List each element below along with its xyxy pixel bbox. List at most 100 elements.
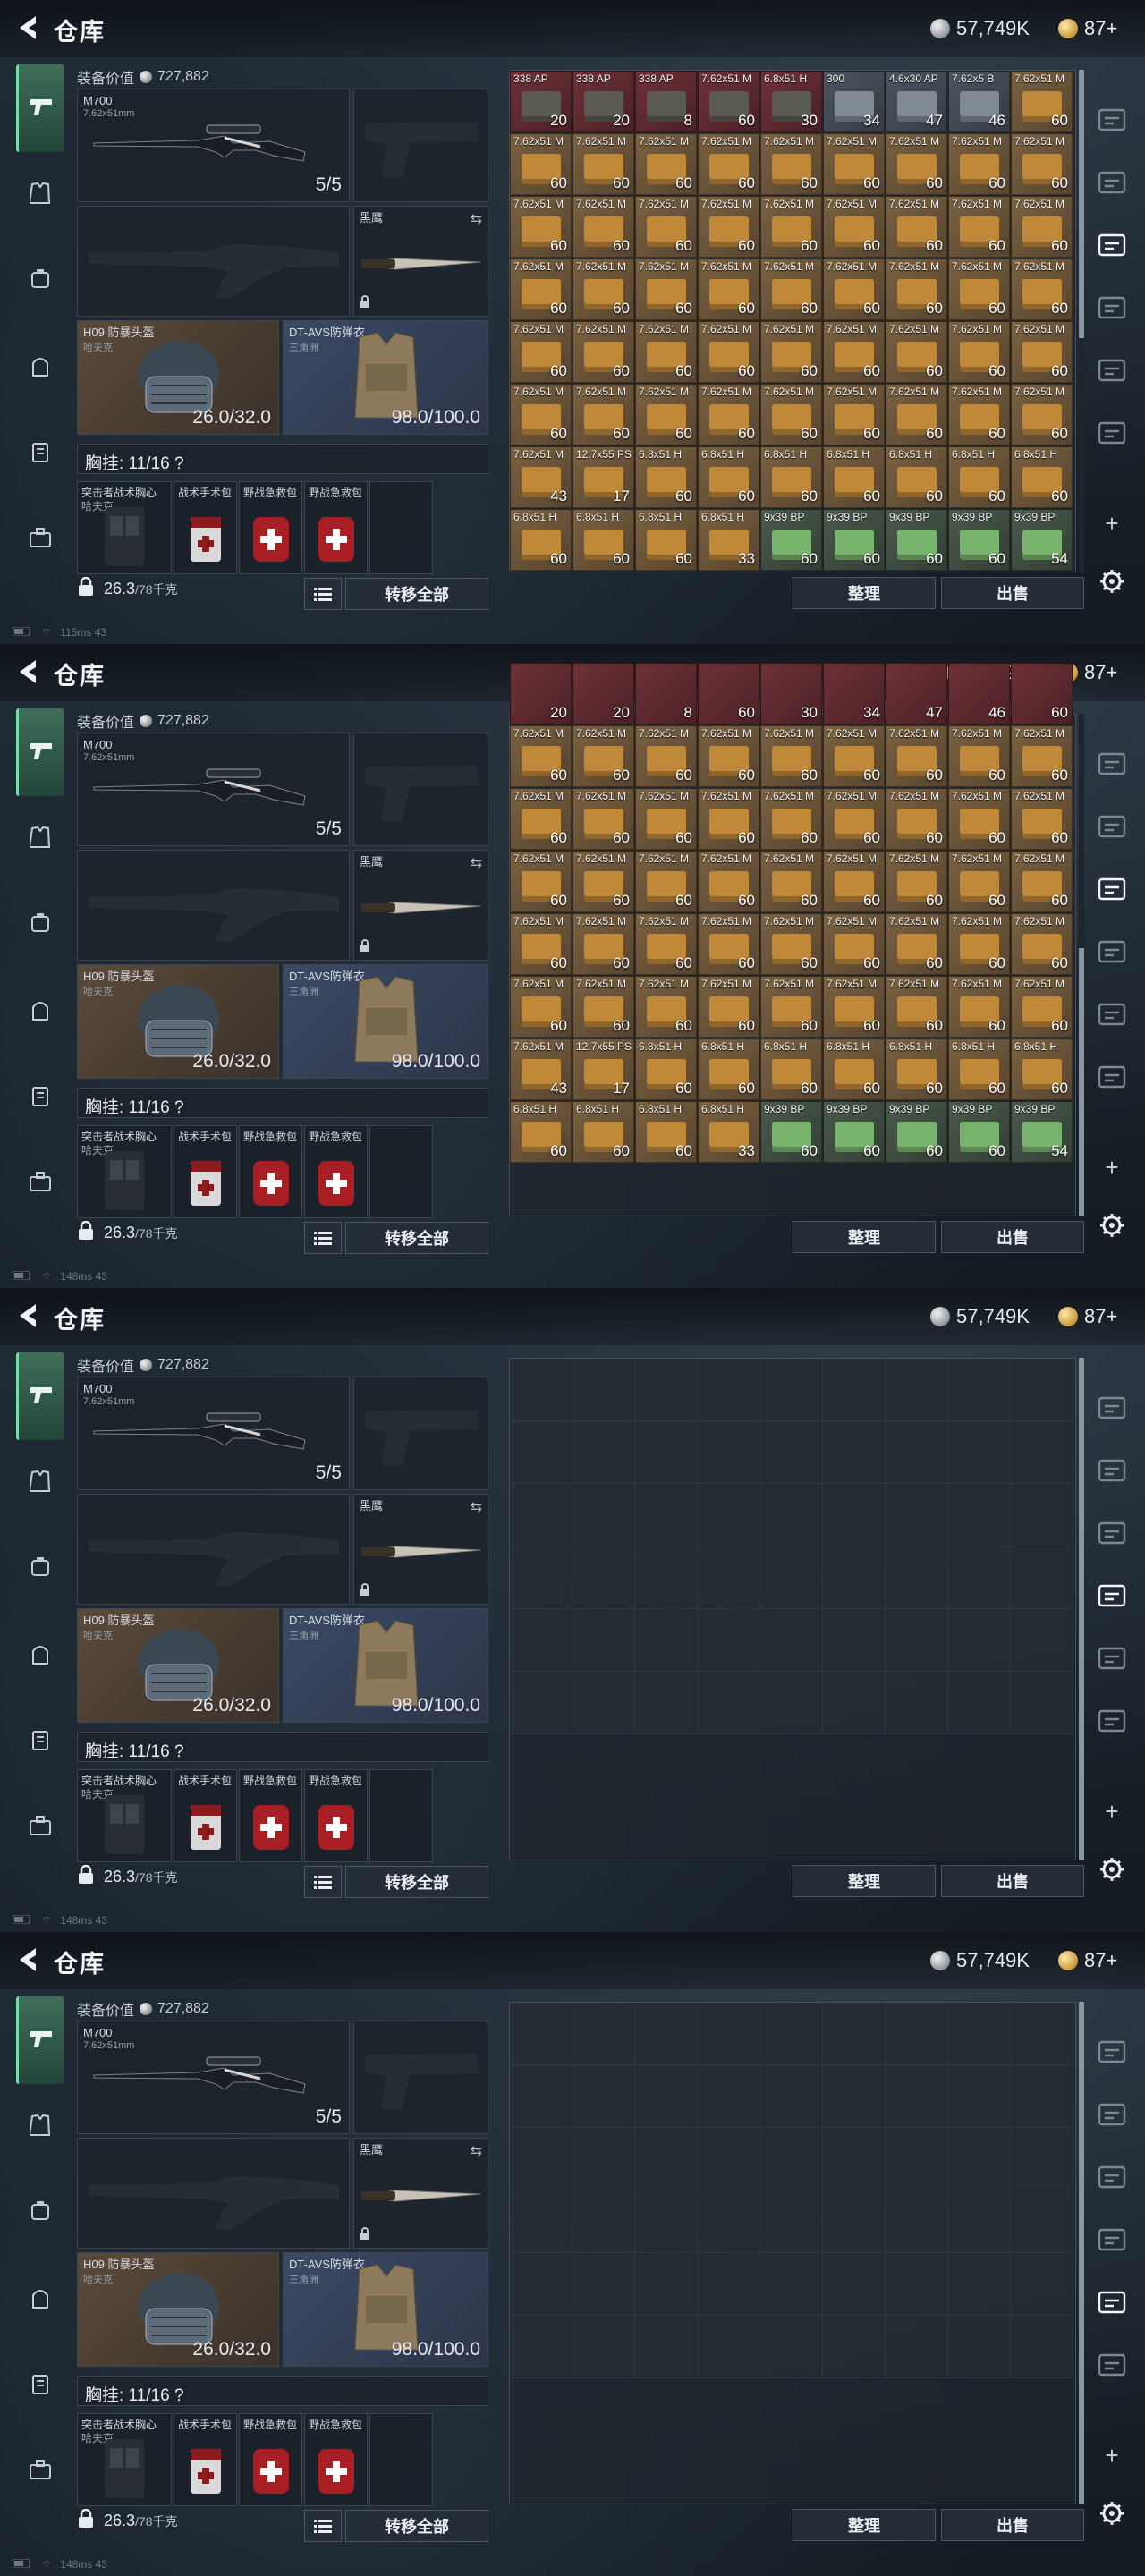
sidebar-tab-armor[interactable] bbox=[16, 1440, 64, 1526]
empty-grid-cell[interactable] bbox=[948, 1672, 1011, 1734]
storage-tab-2[interactable] bbox=[1090, 805, 1134, 850]
inventory-item[interactable]: 338 AP 20 bbox=[572, 71, 634, 132]
inventory-item[interactable]: 7.62x51 M 60 bbox=[698, 851, 759, 912]
inventory-item[interactable]: 7.62x51 M 60 bbox=[635, 788, 697, 850]
sidebar-tab-weapon[interactable] bbox=[16, 708, 64, 797]
inventory-item[interactable]: 7.62x51 M 60 bbox=[635, 851, 697, 912]
sidebar-tab-case[interactable] bbox=[16, 497, 64, 583]
inventory-item[interactable]: 6.8x51 H 60 bbox=[698, 446, 759, 508]
swap-icon[interactable]: ⇆ bbox=[471, 210, 482, 228]
inventory-item[interactable]: 6.8x51 H 60 bbox=[510, 509, 572, 571]
empty-grid-cell[interactable] bbox=[948, 1609, 1011, 1672]
empty-grid-cell[interactable] bbox=[510, 1484, 572, 1546]
melee-slot[interactable]: 黑鹰 ⇆ bbox=[353, 1494, 488, 1605]
empty-grid-cell[interactable] bbox=[635, 1672, 698, 1734]
helmet-slot[interactable]: H09 防暴头盔 哈夫克 26.0/32.0 bbox=[77, 964, 279, 1079]
grid-scrollbar-thumb[interactable] bbox=[1079, 2002, 1084, 2504]
primary-weapon-slot[interactable]: M700 7.62x51mm 5/5 bbox=[77, 2021, 350, 2134]
warehouse-grid[interactable] bbox=[509, 2002, 1076, 2504]
inventory-item[interactable]: 7.62x51 M 60 bbox=[948, 133, 1010, 195]
inventory-item-partial[interactable]: 20 bbox=[572, 663, 634, 724]
sidearm-slot[interactable] bbox=[353, 1377, 488, 1490]
inventory-item[interactable]: 7.62x51 M 60 bbox=[823, 384, 885, 445]
storage-tab-6[interactable] bbox=[1090, 2343, 1134, 2388]
storage-tab-6[interactable] bbox=[1090, 1055, 1134, 1100]
empty-grid-cell[interactable] bbox=[635, 2253, 698, 2316]
empty-grid-cell[interactable] bbox=[698, 2316, 760, 2378]
empty-grid-cell[interactable] bbox=[1011, 1609, 1073, 1672]
empty-grid-cell[interactable] bbox=[823, 1609, 886, 1672]
empty-grid-cell[interactable] bbox=[510, 2128, 572, 2190]
inventory-item[interactable]: 9x39 BP 54 bbox=[1011, 509, 1073, 571]
inventory-item[interactable]: 7.62x51 M 60 bbox=[1011, 321, 1073, 383]
inventory-item[interactable]: 7.62x51 M 60 bbox=[823, 788, 885, 850]
sidebar-tab-backpack[interactable] bbox=[16, 1613, 64, 1699]
secondary-weapon-slot[interactable] bbox=[77, 2138, 350, 2249]
inventory-item[interactable]: 7.62x5 B 46 bbox=[948, 71, 1010, 132]
empty-grid-cell[interactable] bbox=[572, 2253, 635, 2316]
empty-grid-cell[interactable] bbox=[510, 1359, 572, 1421]
empty-grid-cell[interactable] bbox=[886, 1421, 948, 1484]
empty-grid-cell[interactable] bbox=[886, 2003, 948, 2065]
storage-tab-4[interactable] bbox=[1090, 1574, 1134, 1619]
sort-button[interactable]: 整理 bbox=[793, 577, 936, 609]
inventory-item[interactable]: 7.62x51 M 60 bbox=[760, 196, 822, 258]
storage-tab-4[interactable] bbox=[1090, 930, 1134, 975]
inventory-item[interactable]: 7.62x51 M 60 bbox=[886, 976, 947, 1038]
empty-grid-cell[interactable] bbox=[572, 2316, 635, 2378]
rig-item-4[interactable]: 野战急救包 bbox=[304, 1125, 368, 1218]
inventory-item[interactable]: 9x39 BP 60 bbox=[948, 509, 1010, 571]
empty-grid-cell[interactable] bbox=[1011, 2253, 1073, 2316]
empty-grid-cell[interactable] bbox=[948, 1421, 1011, 1484]
inventory-item[interactable]: 7.62x51 M 60 bbox=[510, 788, 572, 850]
empty-grid-cell[interactable] bbox=[823, 2003, 886, 2065]
empty-grid-cell[interactable] bbox=[698, 2128, 760, 2190]
inventory-item[interactable]: 7.62x51 M 60 bbox=[572, 913, 634, 975]
inventory-item[interactable]: 7.62x51 M 60 bbox=[698, 71, 759, 132]
inventory-item[interactable]: 7.62x51 M 60 bbox=[760, 725, 822, 787]
inventory-item[interactable]: 6.8x51 H 60 bbox=[635, 446, 697, 508]
rig-item-3[interactable]: 野战急救包 bbox=[239, 2413, 302, 2506]
sidearm-slot[interactable] bbox=[353, 2021, 488, 2134]
inventory-item[interactable]: 7.62x51 M 60 bbox=[572, 196, 634, 258]
inventory-item[interactable]: 300 34 bbox=[823, 71, 885, 132]
empty-grid-cell[interactable] bbox=[635, 1421, 698, 1484]
empty-grid-cell[interactable] bbox=[635, 2190, 698, 2253]
inventory-item[interactable]: 7.62x51 M 60 bbox=[886, 196, 947, 258]
helmet-slot[interactable]: H09 防暴头盔 哈夫克 26.0/32.0 bbox=[77, 1608, 279, 1723]
inventory-item[interactable]: 6.8x51 H 33 bbox=[698, 509, 759, 571]
rig-item-empty[interactable] bbox=[369, 1125, 433, 1218]
sidebar-tab-rig[interactable] bbox=[16, 883, 64, 969]
inventory-item[interactable]: 6.8x51 H 60 bbox=[572, 1101, 634, 1163]
empty-grid-cell[interactable] bbox=[698, 1609, 760, 1672]
inventory-item[interactable]: 7.62x51 M 60 bbox=[1011, 913, 1073, 975]
empty-grid-cell[interactable] bbox=[510, 2316, 572, 2378]
empty-grid-cell[interactable] bbox=[1011, 2128, 1073, 2190]
storage-tab-5[interactable] bbox=[1090, 349, 1134, 394]
storage-tab-6[interactable] bbox=[1090, 1699, 1134, 1744]
sidebar-tab-container[interactable] bbox=[16, 411, 64, 496]
empty-grid-cell[interactable] bbox=[823, 1421, 886, 1484]
rig-capacity-bar[interactable]: 胸挂: 11/16 ? bbox=[77, 1732, 488, 1762]
empty-grid-cell[interactable] bbox=[510, 2190, 572, 2253]
inventory-item[interactable]: 7.62x51 M 60 bbox=[572, 976, 634, 1038]
inventory-item[interactable]: 7.62x51 M 60 bbox=[760, 913, 822, 975]
inventory-item[interactable]: 7.62x51 M 60 bbox=[760, 384, 822, 445]
inventory-item[interactable]: 7.62x51 M 60 bbox=[760, 133, 822, 195]
inventory-item[interactable]: 7.62x51 M 60 bbox=[823, 913, 885, 975]
storage-tab-3[interactable] bbox=[1090, 1512, 1134, 1556]
sell-button[interactable]: 出售 bbox=[941, 577, 1084, 609]
inventory-item-partial[interactable]: 60 bbox=[1011, 663, 1073, 724]
empty-grid-cell[interactable] bbox=[823, 2065, 886, 2128]
inventory-item[interactable]: 7.62x51 M 60 bbox=[760, 976, 822, 1038]
inventory-item[interactable]: 7.62x51 M 60 bbox=[886, 133, 947, 195]
storage-tab-2[interactable] bbox=[1090, 1449, 1134, 1494]
inventory-item[interactable]: 7.62x51 M 60 bbox=[635, 725, 697, 787]
sidebar-tab-backpack[interactable] bbox=[16, 2257, 64, 2343]
empty-grid-cell[interactable] bbox=[886, 2190, 948, 2253]
empty-grid-cell[interactable] bbox=[510, 1672, 572, 1734]
inventory-item-partial[interactable]: 47 bbox=[886, 663, 947, 724]
inventory-item[interactable]: 7.62x51 M 60 bbox=[948, 384, 1010, 445]
empty-grid-cell[interactable] bbox=[572, 2128, 635, 2190]
melee-slot[interactable]: 黑鹰 ⇆ bbox=[353, 206, 488, 317]
